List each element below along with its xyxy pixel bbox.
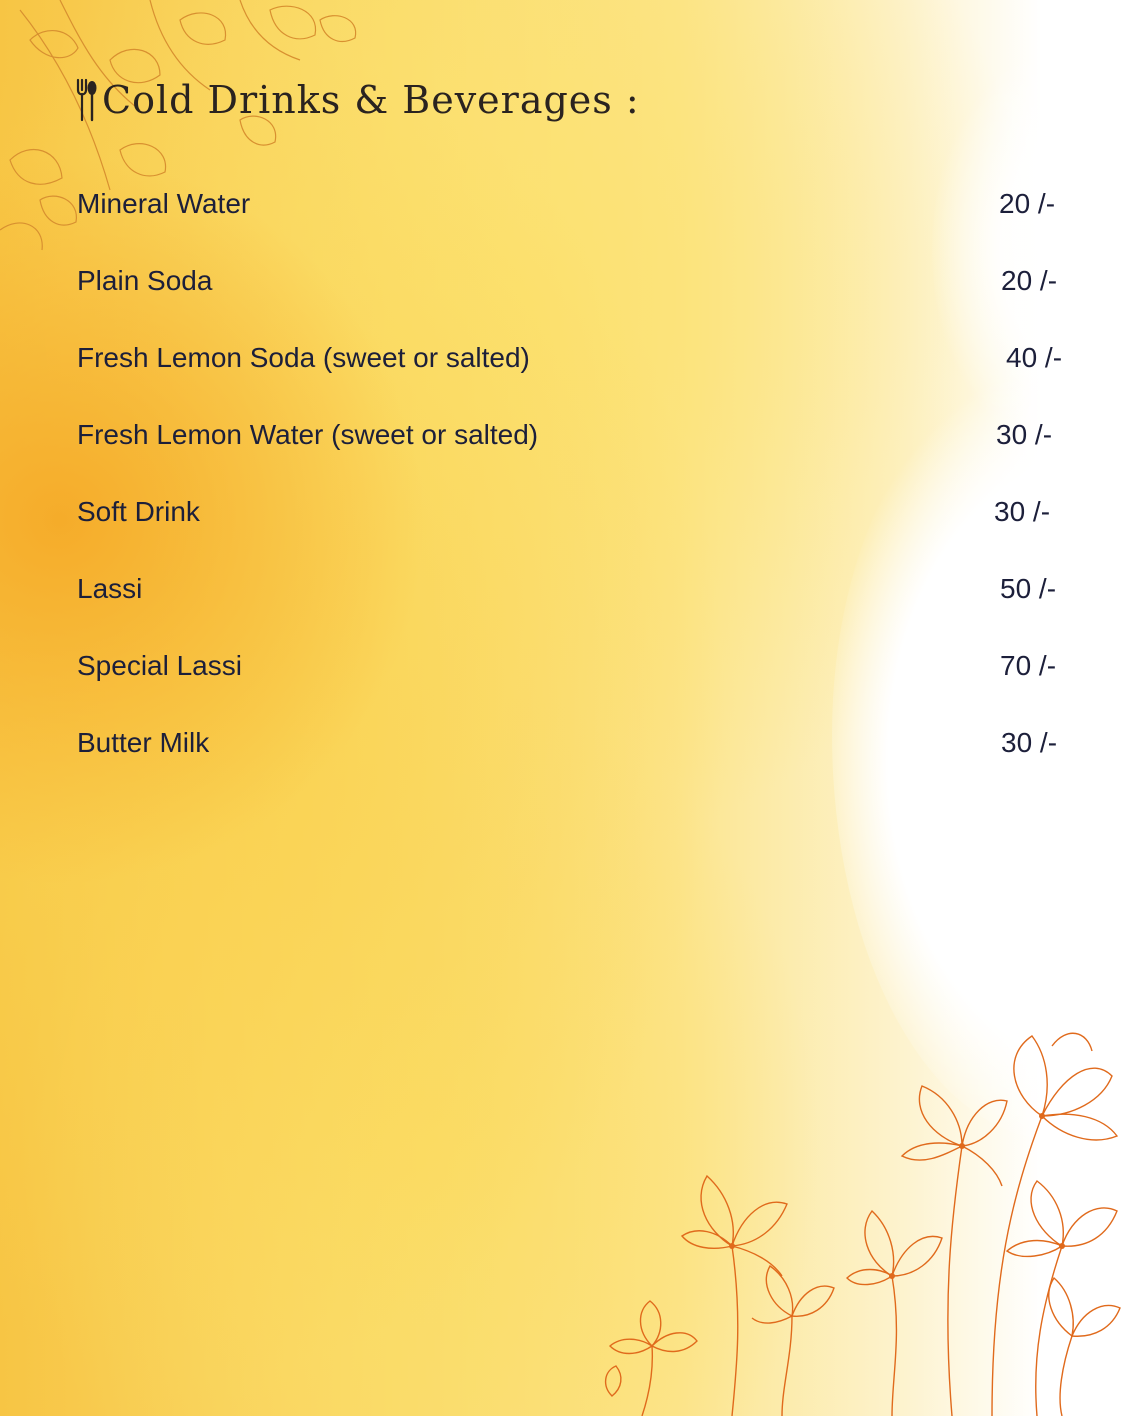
item-name: Fresh Lemon Water (sweet or salted): [77, 419, 539, 450]
item-price: 70 /-: [1000, 650, 1057, 681]
fork-spoon-icon: [76, 78, 97, 122]
item-price: 30 /-: [996, 419, 1053, 450]
item-name: Soft Drink: [77, 496, 200, 527]
menu-title-text: Cold Drinks & Beverages :: [102, 78, 640, 122]
list-item: Mineral Water 20 /-: [77, 188, 1077, 265]
item-price: 20 /-: [999, 188, 1056, 219]
list-item: Fresh Lemon Water (sweet or salted) 30 /…: [77, 419, 1077, 496]
menu-title: Cold Drinks & Beverages :: [74, 74, 640, 126]
list-item: Butter Milk 30 /-: [77, 727, 1077, 804]
item-price: 30 /-: [1001, 727, 1058, 758]
list-item: Soft Drink 30 /-: [77, 496, 1077, 573]
item-name: Butter Milk: [77, 727, 210, 758]
item-price: 50 /-: [1000, 573, 1057, 604]
item-name: Special Lassi: [77, 650, 242, 681]
item-price: 20 /-: [1001, 265, 1058, 296]
menu-page: Cold Drinks & Beverages : Mineral Water …: [0, 0, 1132, 1416]
item-name: Lassi: [77, 573, 143, 604]
menu-list: Mineral Water 20 /- Plain Soda 20 /- Fre…: [77, 188, 1077, 804]
item-name: Fresh Lemon Soda (sweet or salted): [77, 342, 530, 373]
list-item: Lassi 50 /-: [77, 573, 1077, 650]
item-name: Mineral Water: [77, 188, 251, 219]
item-name: Plain Soda: [77, 265, 213, 296]
list-item: Fresh Lemon Soda (sweet or salted) 40 /-: [77, 342, 1077, 419]
item-price: 30 /-: [994, 496, 1051, 527]
list-item: Plain Soda 20 /-: [77, 265, 1077, 342]
item-price: 40 /-: [1006, 342, 1063, 373]
list-item: Special Lassi 70 /-: [77, 650, 1077, 727]
